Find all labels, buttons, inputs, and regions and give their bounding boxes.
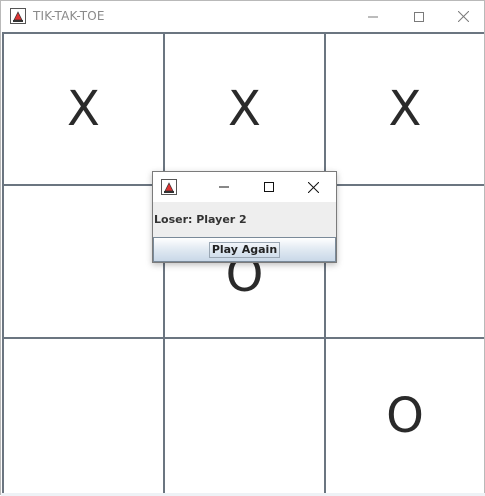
dialog-minimize-button[interactable] — [201, 172, 246, 202]
minimize-icon — [218, 186, 229, 188]
dialog-maximize-button[interactable] — [246, 172, 291, 202]
board-cell-3[interactable]: X — [326, 34, 484, 184]
game-window: TIK-TAK-TOE X X X O O Loser: Player 2 Pl… — [0, 0, 485, 496]
board-cell-4[interactable] — [4, 186, 163, 337]
board-cell-1[interactable]: X — [4, 34, 163, 184]
window-title: TIK-TAK-TOE — [33, 9, 105, 23]
java-app-icon — [161, 179, 177, 195]
board-cell-6[interactable] — [326, 186, 484, 337]
close-button[interactable] — [440, 1, 485, 32]
maximize-icon — [414, 11, 424, 22]
board-cell-2[interactable]: X — [165, 34, 324, 184]
board-cell-9[interactable]: O — [326, 339, 484, 493]
board-cell-8[interactable] — [165, 339, 324, 493]
dialog-title-bar[interactable] — [153, 172, 336, 202]
close-icon — [457, 11, 469, 22]
dialog-close-button[interactable] — [291, 172, 336, 202]
play-again-button[interactable]: Play Again — [153, 237, 336, 262]
result-message: Loser: Player 2 — [154, 213, 247, 226]
board-cell-7[interactable] — [4, 339, 163, 493]
minimize-icon — [368, 16, 378, 17]
maximize-icon — [263, 182, 274, 192]
close-icon — [308, 181, 319, 193]
title-bar[interactable]: TIK-TAK-TOE — [1, 1, 484, 32]
minimize-button[interactable] — [350, 1, 396, 32]
maximize-button[interactable] — [396, 1, 442, 32]
game-over-dialog: Loser: Player 2 Play Again — [152, 171, 337, 263]
play-again-label: Play Again — [208, 241, 281, 258]
java-app-icon — [10, 8, 26, 24]
